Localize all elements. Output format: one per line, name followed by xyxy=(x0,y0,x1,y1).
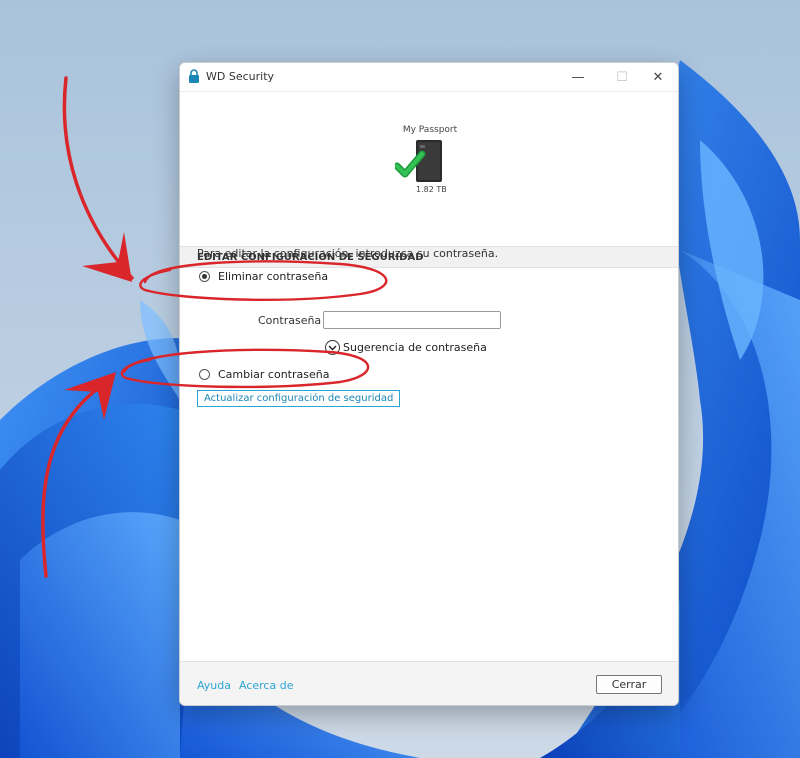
instructions-text: Para editar la configuración, introduzca… xyxy=(197,247,499,260)
password-label: Contraseña xyxy=(258,314,322,327)
remove-password-radio[interactable] xyxy=(199,271,210,282)
change-password-label: Cambiar contraseña xyxy=(218,368,330,381)
remove-password-label: Eliminar contraseña xyxy=(218,270,329,283)
wd-security-window: WD Security — ☐ ✕ My Passport 1.82 TB ED… xyxy=(179,62,679,706)
title-bar[interactable]: WD Security — ☐ ✕ xyxy=(180,63,678,91)
change-password-option[interactable]: Cambiar contraseña xyxy=(199,368,329,381)
footer: Ayuda Acerca de Cerrar xyxy=(180,661,678,705)
change-password-radio[interactable] xyxy=(199,369,210,380)
external-drive-icon[interactable] xyxy=(395,140,447,188)
update-security-button[interactable]: Actualizar configuración de seguridad xyxy=(197,390,401,407)
help-link[interactable]: Ayuda xyxy=(197,679,231,692)
lock-icon xyxy=(189,69,199,83)
password-input[interactable] xyxy=(323,311,501,329)
about-link[interactable]: Acerca de xyxy=(239,679,293,692)
chevron-down-circle-icon[interactable] xyxy=(325,340,340,355)
close-window-button[interactable]: ✕ xyxy=(636,63,678,91)
password-hint-label: Sugerencia de contraseña xyxy=(343,341,487,354)
minimize-button[interactable]: — xyxy=(556,63,600,91)
remove-password-option[interactable]: Eliminar contraseña xyxy=(199,270,328,283)
device-capacity: 1.82 TB xyxy=(416,185,447,194)
close-button[interactable]: Cerrar xyxy=(596,675,662,694)
password-hint-toggle[interactable]: Sugerencia de contraseña xyxy=(325,340,487,355)
window-title: WD Security xyxy=(206,70,275,83)
device-name: My Passport xyxy=(402,125,458,135)
